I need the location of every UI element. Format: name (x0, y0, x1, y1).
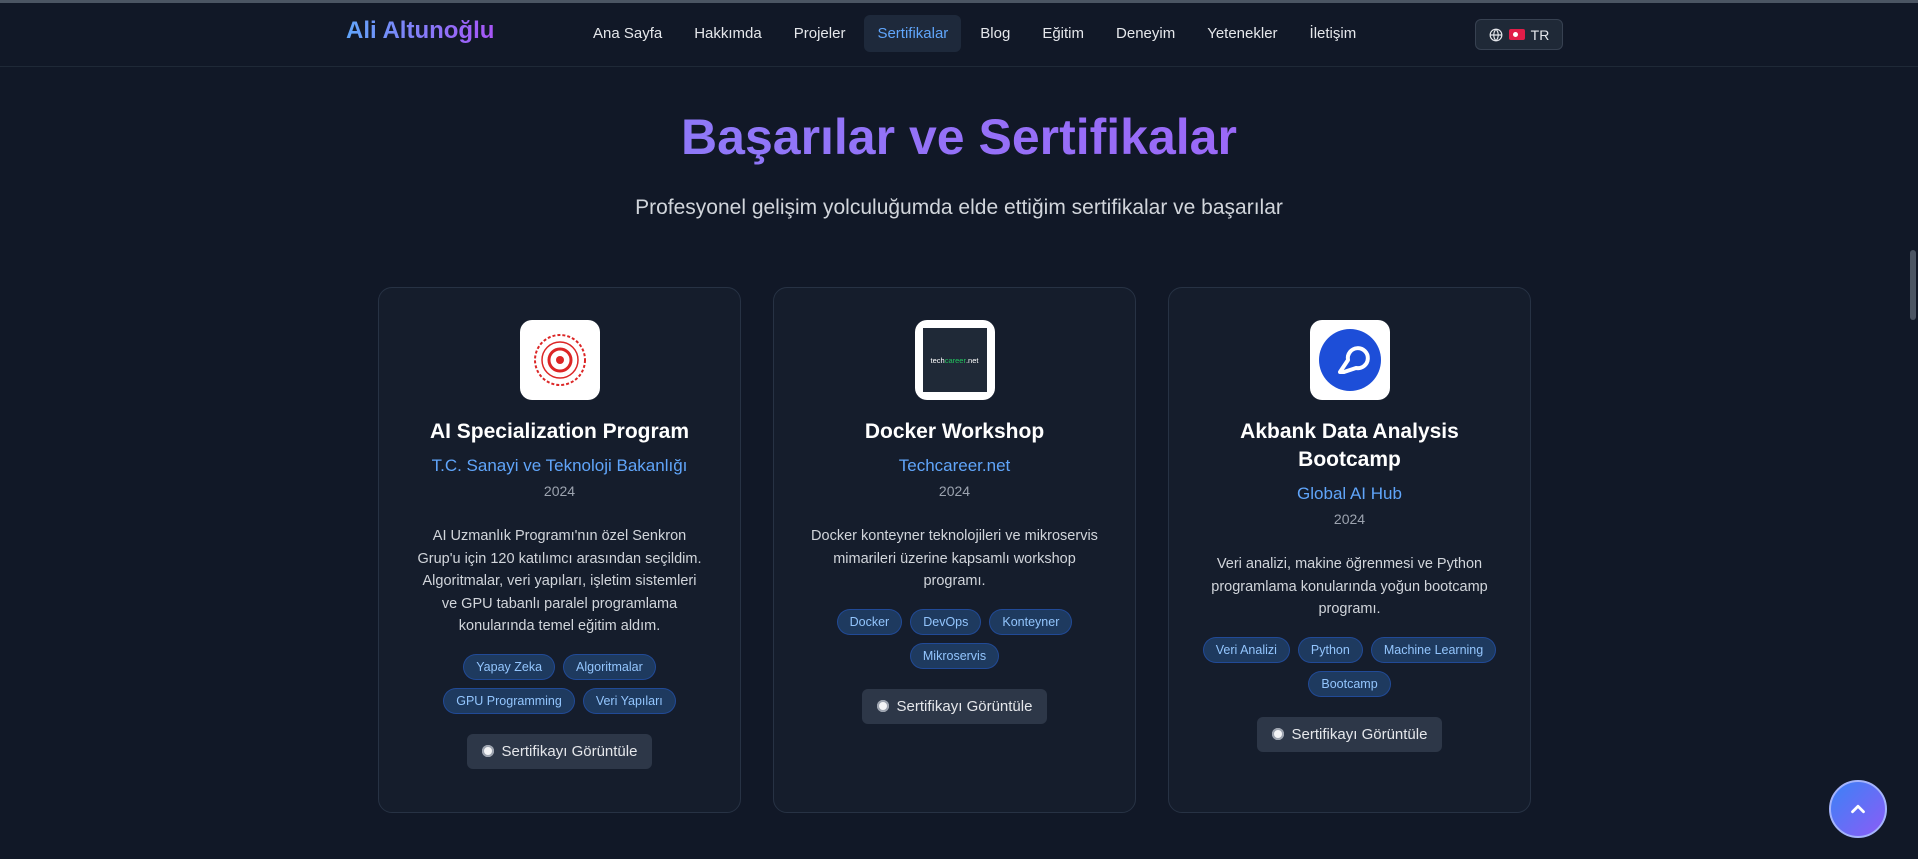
certificate-icon (481, 745, 494, 757)
scrollbar[interactable] (1910, 250, 1916, 320)
nav-item-blog[interactable]: Blog (967, 15, 1023, 52)
tag: Veri Yapıları (582, 687, 676, 714)
button-label: Sertifikayı Görüntüle (501, 742, 638, 760)
card-tags: Yapay Zeka Algoritmalar GPU Programming … (409, 653, 710, 714)
turkey-flag-icon (1508, 29, 1525, 40)
card-tags: Docker DevOps Konteyner Mikroservis (804, 608, 1105, 669)
card-issuer: Global AI Hub (1297, 484, 1402, 503)
certificate-card: tech career .net Docker Workshop Techcaree… (773, 287, 1136, 813)
nav-item-yetenekler[interactable]: Yetenekler (1194, 15, 1290, 52)
nav-item-sertifikalar[interactable]: Sertifikalar (864, 15, 962, 52)
card-year: 2024 (543, 483, 576, 499)
tag: Python (1297, 636, 1363, 663)
card-title: Akbank Data Analysis Bootcamp (1240, 420, 1459, 471)
card-issuer: Techcareer.net (898, 456, 1011, 475)
nav-item-iletisim[interactable]: İletişim (1297, 15, 1370, 52)
navbar: Ali Altunoğlu Ana Sayfa Hakkımda Projele… (0, 3, 1918, 67)
scroll-to-top-button[interactable] (1829, 780, 1887, 838)
tag: Yapay Zeka (463, 653, 556, 680)
nav-links: Ana Sayfa Hakkımda Projeler Sertifikalar… (580, 15, 1369, 52)
techcareer-logo-icon: tech career .net (914, 320, 995, 400)
certificate-card: Akbank Data Analysis Bootcamp Global AI … (1168, 287, 1531, 813)
nav-item-egitim[interactable]: Eğitim (1029, 15, 1097, 52)
tag: Konteyner (989, 608, 1073, 635)
tag: Algoritmalar (563, 653, 656, 680)
tag: GPU Programming (443, 687, 575, 714)
brand-logo[interactable]: Ali Altunoğlu (346, 17, 494, 45)
chevron-up-icon (1851, 804, 1865, 814)
button-label: Sertifikayı Görüntüle (1291, 725, 1428, 743)
card-title: Docker Workshop (864, 420, 1045, 443)
section-title: Başarılar ve Sertifikalar (0, 108, 1918, 166)
card-description: Veri analizi, makine öğrenmesi ve Python… (1211, 556, 1488, 617)
card-tags: Veri Analizi Python Machine Learning Boo… (1199, 636, 1500, 697)
nav-item-ana-sayfa[interactable]: Ana Sayfa (580, 15, 675, 52)
language-switcher[interactable]: TR (1475, 19, 1563, 50)
nav-item-deneyim[interactable]: Deneyim (1103, 15, 1188, 52)
card-year: 2024 (938, 483, 971, 499)
tag: Mikroservis (909, 642, 1000, 669)
card-description: Docker konteyner teknolojileri ve mikros… (811, 528, 1098, 589)
certificate-card: AI Specialization Program T.C. Sanayi ve… (378, 287, 741, 813)
view-certificate-button[interactable]: Sertifikayı Görüntüle (861, 688, 1048, 724)
certificate-icon (1271, 728, 1284, 740)
certificate-icon (876, 700, 889, 712)
card-year: 2024 (1333, 511, 1366, 527)
tag: Veri Analizi (1202, 636, 1290, 663)
view-certificate-button[interactable]: Sertifikayı Görüntüle (466, 733, 653, 769)
tag: Docker (836, 608, 903, 635)
nav-item-hakkimda[interactable]: Hakkımda (681, 15, 775, 52)
globe-icon (1489, 28, 1503, 41)
card-issuer: T.C. Sanayi ve Teknoloji Bakanlığı (431, 456, 688, 475)
tag: Machine Learning (1370, 636, 1497, 663)
nav-item-projeler[interactable]: Projeler (781, 15, 859, 52)
tag: Bootcamp (1308, 670, 1391, 697)
language-code: TR (1530, 26, 1550, 43)
button-label: Sertifikayı Görüntüle (896, 697, 1033, 715)
card-title: AI Specialization Program (429, 420, 690, 443)
view-certificate-button[interactable]: Sertifikayı Görüntüle (1256, 716, 1443, 752)
global-ai-hub-logo-icon (1309, 320, 1390, 400)
section-subtitle: Profesyonel gelişim yolculuğumda elde et… (635, 196, 1283, 219)
ministry-seal-icon (519, 320, 600, 400)
card-description: AI Uzmanlık Programı'nın özel Senkron Gr… (417, 528, 702, 634)
tag: DevOps (910, 608, 982, 635)
